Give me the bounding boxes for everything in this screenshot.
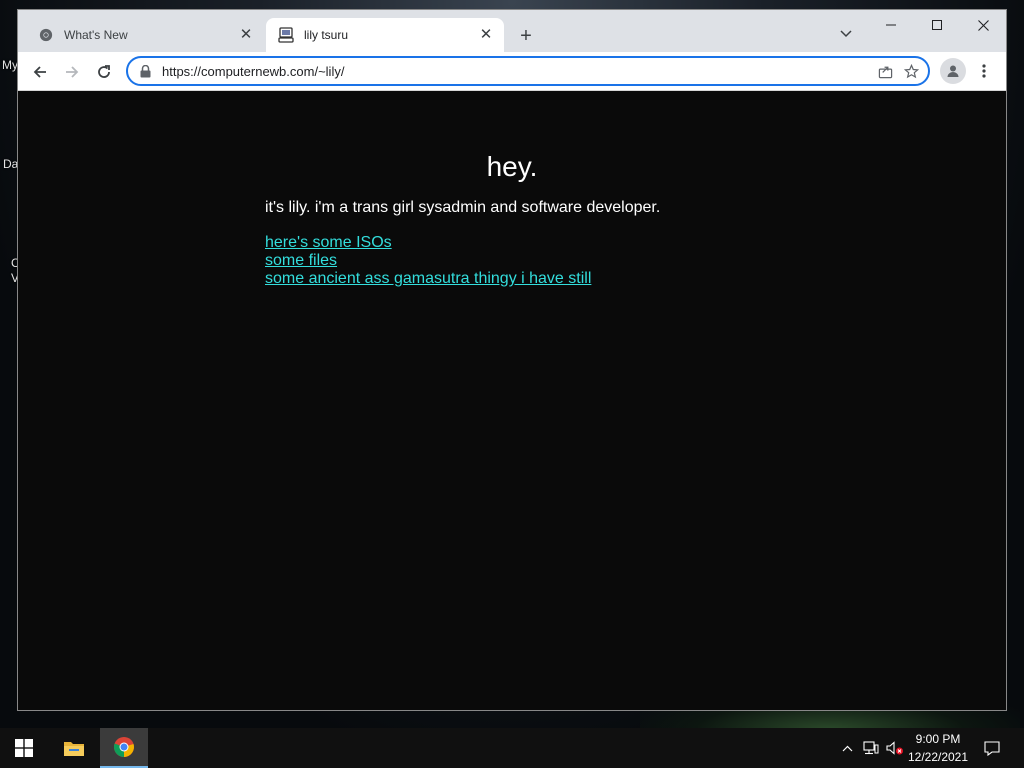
maximize-button[interactable] xyxy=(914,10,960,40)
browser-toolbar xyxy=(18,52,1006,91)
file-explorer-button[interactable] xyxy=(50,728,98,768)
clock[interactable]: 9:00 PM 12/22/2021 xyxy=(904,730,972,766)
volume-muted-icon[interactable] xyxy=(884,728,906,768)
close-tab-icon[interactable]: ✕ xyxy=(238,27,254,43)
isos-link[interactable]: here's some ISOs xyxy=(265,234,591,252)
more-menu-icon[interactable] xyxy=(974,58,994,84)
back-button[interactable] xyxy=(26,58,54,86)
tab-search-chevron-icon[interactable] xyxy=(834,22,858,46)
desktop-icon-label[interactable]: My xyxy=(2,58,18,72)
tab-title: lily tsuru xyxy=(304,28,349,42)
site-favicon-icon xyxy=(278,27,294,43)
close-tab-icon[interactable]: ✕ xyxy=(478,27,494,43)
link-list: here's some ISOs some files some ancient… xyxy=(265,234,591,288)
share-icon[interactable] xyxy=(872,58,898,84)
page-heading: hey. xyxy=(486,151,538,182)
minimize-button[interactable] xyxy=(868,10,914,40)
gamasutra-link[interactable]: some ancient ass gamasutra thingy i have… xyxy=(265,270,591,288)
chrome-icon xyxy=(38,27,54,43)
close-window-button[interactable] xyxy=(960,10,1006,40)
chrome-taskbar-button[interactable] xyxy=(100,728,148,768)
browser-window: What's New ✕ lily tsuru ✕ + https://comp… xyxy=(18,10,1006,710)
chrome-icon xyxy=(113,737,134,758)
tab-whats-new[interactable]: What's New ✕ xyxy=(26,18,264,52)
forward-button[interactable] xyxy=(58,58,86,86)
tab-title: What's New xyxy=(64,28,128,42)
tab-lily-tsuru[interactable]: lily tsuru ✕ xyxy=(266,18,504,52)
taskbar: 9:00 PM 12/22/2021 xyxy=(0,728,1024,768)
tab-strip: What's New ✕ lily tsuru ✕ + xyxy=(18,10,1006,52)
tray-chevron-up-icon[interactable] xyxy=(836,728,858,768)
profile-avatar-icon[interactable] xyxy=(940,58,966,84)
clock-time: 9:00 PM xyxy=(915,732,961,746)
windows-logo-icon xyxy=(15,739,33,757)
files-link[interactable]: some files xyxy=(265,252,591,270)
bookmark-star-icon[interactable] xyxy=(898,58,924,84)
page-viewport: hey. it's lily. i'm a trans girl sysadmi… xyxy=(18,91,1006,710)
reload-button[interactable] xyxy=(90,58,118,86)
intro-text: it's lily. i'm a trans girl sysadmin and… xyxy=(265,199,661,216)
action-center-icon[interactable] xyxy=(978,728,1006,768)
new-tab-button[interactable]: + xyxy=(514,25,538,49)
network-icon[interactable] xyxy=(860,728,882,768)
lock-icon[interactable] xyxy=(138,64,152,78)
start-button[interactable] xyxy=(0,728,48,768)
address-bar[interactable] xyxy=(126,56,930,86)
desktop-icon-label[interactable]: Da xyxy=(3,157,18,171)
folder-icon xyxy=(64,742,84,756)
url-input[interactable] xyxy=(162,63,872,79)
clock-date: 12/22/2021 xyxy=(907,750,969,764)
